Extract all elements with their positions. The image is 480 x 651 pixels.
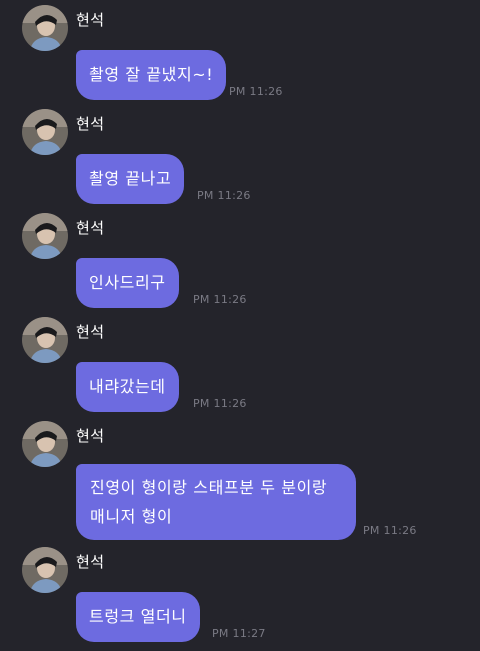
message-bubble[interactable]: 촬영 끝나고 — [76, 154, 185, 204]
avatar-icon — [22, 5, 68, 51]
sender-name: 현석 — [76, 553, 105, 571]
message-bubble[interactable]: 촬영 잘 끝냈지~! — [76, 50, 227, 100]
message-time: PM 11:26 — [197, 189, 251, 202]
message-time: PM 11:26 — [363, 524, 417, 537]
avatar[interactable] — [22, 421, 68, 467]
sender-name: 현석 — [76, 219, 105, 237]
avatar[interactable] — [22, 547, 68, 593]
message-time: PM 11:26 — [193, 397, 247, 410]
avatar-icon — [22, 109, 68, 155]
message-bubble[interactable]: 트렁크 열더니 — [76, 592, 200, 642]
message-time: PM 11:27 — [212, 627, 266, 640]
message-bubble[interactable]: 진영이 형이랑 스태프분 두 분이랑 매니저 형이 — [76, 464, 356, 540]
avatar-icon — [22, 317, 68, 363]
avatar[interactable] — [22, 109, 68, 155]
avatar[interactable] — [22, 5, 68, 51]
message-bubble[interactable]: 내랴갔는데 — [76, 362, 179, 412]
message-time: PM 11:26 — [193, 293, 247, 306]
avatar-icon — [22, 421, 68, 467]
avatar[interactable] — [22, 213, 68, 259]
sender-name: 현석 — [76, 427, 105, 445]
avatar[interactable] — [22, 317, 68, 363]
sender-name: 현석 — [76, 323, 105, 341]
sender-name: 현석 — [76, 11, 105, 29]
sender-name: 현석 — [76, 115, 105, 133]
chat-view: 현석 촬영 잘 끝냈지~! PM 11:26 현석 촬영 끝나고 PM 11:2… — [0, 0, 480, 651]
message-bubble[interactable]: 인사드리구 — [76, 258, 179, 308]
avatar-icon — [22, 547, 68, 593]
message-time: PM 11:26 — [229, 85, 283, 98]
avatar-icon — [22, 213, 68, 259]
